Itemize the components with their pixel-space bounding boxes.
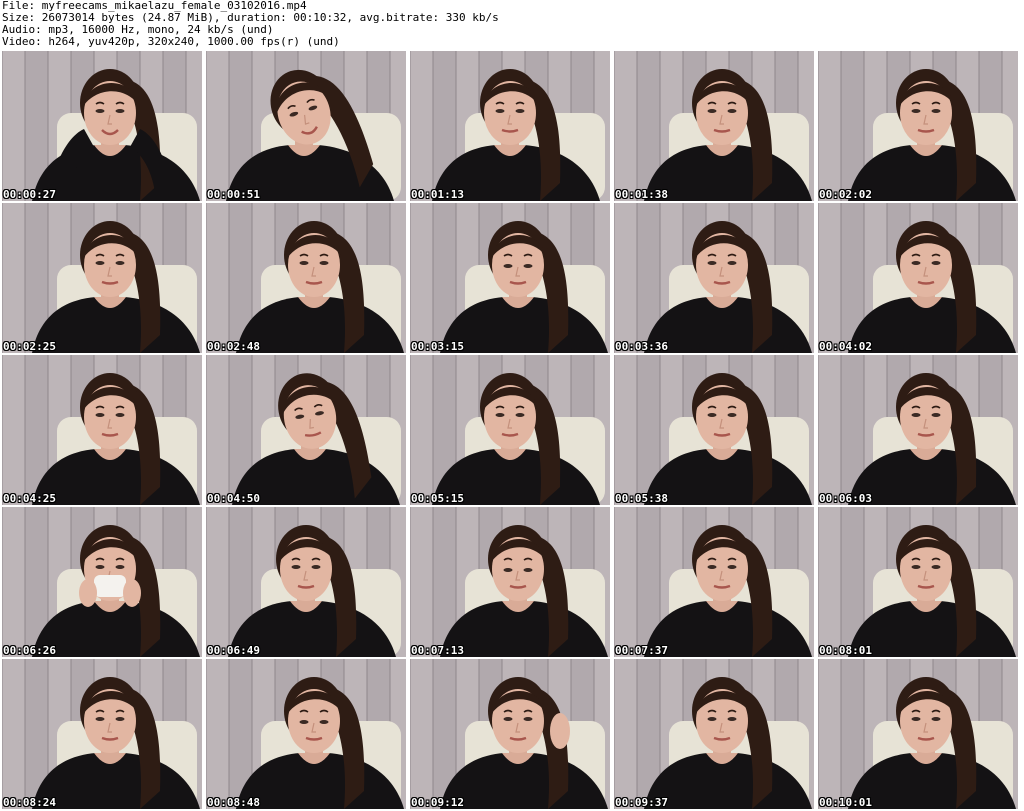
video-frame-thumbnail: 00:06:49 xyxy=(206,507,406,657)
video-frame-thumbnail: 00:00:27 xyxy=(2,51,202,201)
frame-timestamp: 00:02:02 xyxy=(819,188,872,201)
frame-timestamp: 00:05:38 xyxy=(615,492,668,505)
frame-timestamp: 00:02:25 xyxy=(3,340,56,353)
frame-timestamp: 00:06:03 xyxy=(819,492,872,505)
video-frame-thumbnail: 00:02:48 xyxy=(206,203,406,353)
frame-timestamp: 00:08:24 xyxy=(3,796,56,809)
video-frame-thumbnail: 00:03:36 xyxy=(614,203,814,353)
frame-timestamp: 00:03:36 xyxy=(615,340,668,353)
video-frame-thumbnail: 00:01:38 xyxy=(614,51,814,201)
frame-timestamp: 00:01:38 xyxy=(615,188,668,201)
video-frame-thumbnail: 00:06:26 xyxy=(2,507,202,657)
video-frame-thumbnail: 00:08:48 xyxy=(206,659,406,809)
frame-timestamp: 00:04:50 xyxy=(207,492,260,505)
frame-timestamp: 00:10:01 xyxy=(819,796,872,809)
frame-timestamp: 00:05:15 xyxy=(411,492,464,505)
video-frame-thumbnail: 00:07:37 xyxy=(614,507,814,657)
frame-timestamp: 00:08:48 xyxy=(207,796,260,809)
file-info-header: File: myfreecams_mikaelazu_female_031020… xyxy=(2,0,1022,50)
frame-timestamp: 00:02:48 xyxy=(207,340,260,353)
video-frame-thumbnail: 00:01:13 xyxy=(410,51,610,201)
video-frame-thumbnail: 00:04:50 xyxy=(206,355,406,505)
video-frame-thumbnail: 00:04:25 xyxy=(2,355,202,505)
video-frame-thumbnail: 00:07:13 xyxy=(410,507,610,657)
video-frame-thumbnail: 00:05:15 xyxy=(410,355,610,505)
frame-timestamp: 00:07:13 xyxy=(411,644,464,657)
video-frame-thumbnail: 00:06:03 xyxy=(818,355,1018,505)
frame-timestamp: 00:01:13 xyxy=(411,188,464,201)
video-frame-thumbnail: 00:10:01 xyxy=(818,659,1018,809)
thumbnail-grid: 00:00:27 00:00:51 00:01:13 00:01:38 00:02:02… xyxy=(2,51,1022,810)
video-frame-thumbnail: 00:04:02 xyxy=(818,203,1018,353)
frame-timestamp: 00:03:15 xyxy=(411,340,464,353)
frame-timestamp: 00:09:12 xyxy=(411,796,464,809)
frame-timestamp: 00:06:49 xyxy=(207,644,260,657)
frame-timestamp: 00:09:37 xyxy=(615,796,668,809)
frame-timestamp: 00:04:25 xyxy=(3,492,56,505)
video-frame-thumbnail: 00:02:02 xyxy=(818,51,1018,201)
video-frame-thumbnail: 00:03:15 xyxy=(410,203,610,353)
frame-timestamp: 00:08:01 xyxy=(819,644,872,657)
video-frame-thumbnail: 00:08:24 xyxy=(2,659,202,809)
video-frame-thumbnail: 00:00:51 xyxy=(206,51,406,201)
frame-timestamp: 00:07:37 xyxy=(615,644,668,657)
video-frame-thumbnail: 00:08:01 xyxy=(818,507,1018,657)
frame-timestamp: 00:04:02 xyxy=(819,340,872,353)
frame-timestamp: 00:00:27 xyxy=(3,188,56,201)
video-frame-thumbnail: 00:09:37 xyxy=(614,659,814,809)
video-info-line: Video: h264, yuv420p, 320x240, 1000.00 f… xyxy=(2,35,340,48)
frame-timestamp: 00:00:51 xyxy=(207,188,260,201)
video-frame-thumbnail: 00:05:38 xyxy=(614,355,814,505)
video-frame-thumbnail: 00:09:12 xyxy=(410,659,610,809)
frame-timestamp: 00:06:26 xyxy=(3,644,56,657)
video-frame-thumbnail: 00:02:25 xyxy=(2,203,202,353)
